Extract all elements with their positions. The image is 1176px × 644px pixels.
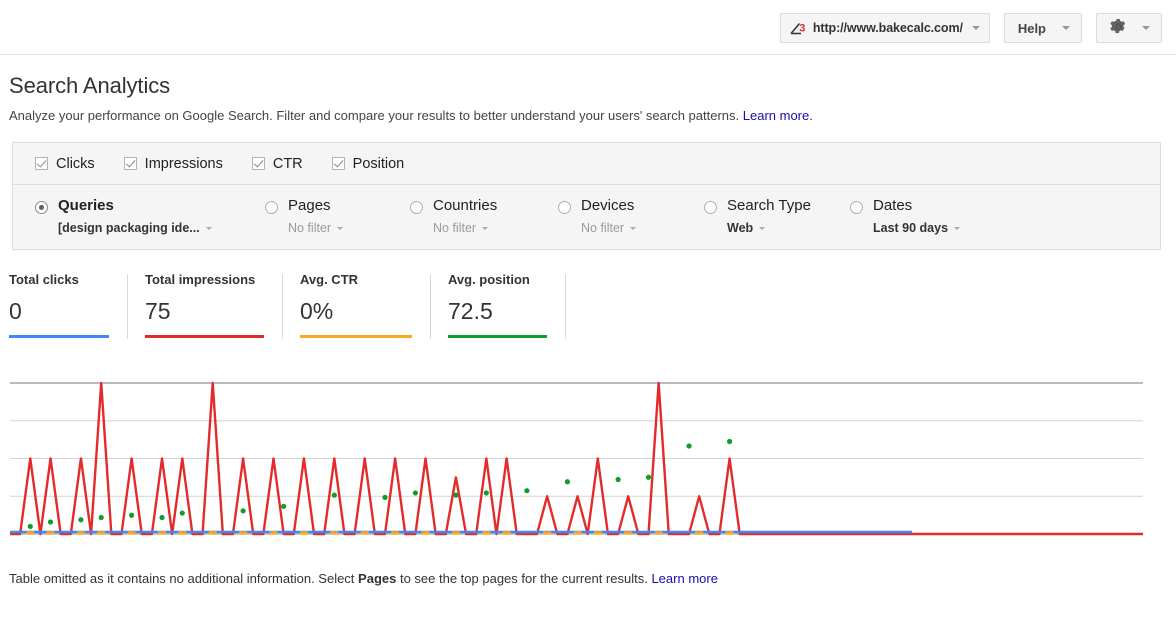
chevron-down-icon (482, 227, 488, 230)
chevron-down-icon (1142, 26, 1150, 30)
metric-total-impressions[interactable]: Total impressions 75 (127, 272, 282, 338)
search-analytics-chart[interactable] (0, 372, 1176, 537)
metric-value: 72.5 (448, 298, 547, 324)
page-header: Search Analytics Analyze your performanc… (0, 55, 1176, 123)
dimension-countries[interactable]: Countries No filter (410, 197, 558, 235)
dimension-filter-value: No filter (288, 221, 331, 235)
dimension-label: Countries (433, 197, 497, 215)
metric-value: 0 (9, 298, 109, 324)
metric-checkbox-row: Clicks Impressions CTR Position (13, 143, 1160, 185)
dimension-filter-dropdown[interactable]: [design packaging ide... (58, 221, 212, 235)
metric-value: 75 (145, 298, 264, 324)
page-title: Search Analytics (9, 73, 1176, 99)
settings-button[interactable] (1096, 13, 1162, 43)
chevron-down-icon (630, 227, 636, 230)
radio-icon-selected (35, 201, 48, 214)
chevron-down-icon (337, 227, 343, 230)
metric-value: 0% (300, 298, 412, 324)
dimension-filter-value: No filter (581, 221, 624, 235)
help-label: Help (1018, 21, 1046, 36)
learn-more-link-footer[interactable]: Learn more (651, 571, 717, 586)
divider (430, 274, 431, 339)
metric-total-clicks[interactable]: Total clicks 0 (9, 272, 127, 338)
dimension-filter-value: Last 90 days (873, 221, 948, 235)
chart-svg (0, 372, 1176, 537)
metric-color-bar (448, 335, 547, 338)
checkbox-position[interactable]: Position (332, 156, 405, 172)
metrics-summary: Total clicks 0 Total impressions 75 Avg.… (0, 272, 1176, 338)
checkbox-impressions[interactable]: Impressions (124, 156, 223, 172)
checkbox-label: CTR (273, 156, 303, 172)
footer-bold-pages: Pages (358, 571, 396, 586)
metric-label: Avg. position (448, 272, 547, 287)
site-url-label: http://www.bakecalc.com/ (813, 21, 963, 35)
dimension-label: Dates (873, 197, 960, 215)
footer-text-after: to see the top pages for the current res… (396, 571, 651, 586)
learn-more-link-header[interactable]: Learn more. (743, 108, 813, 123)
top-bar: 3 http://www.bakecalc.com/ Help (0, 0, 1176, 55)
filter-panel: Clicks Impressions CTR Position Queries … (12, 142, 1161, 250)
dimension-filter-dropdown[interactable]: No filter (433, 221, 497, 235)
metrics-end-divider (565, 272, 566, 338)
dimension-filter-dropdown[interactable]: Web (727, 221, 811, 235)
checkbox-label: Impressions (145, 156, 223, 172)
dimension-filter-value: Web (727, 221, 753, 235)
svg-text:3: 3 (799, 22, 805, 34)
divider (282, 274, 283, 339)
divider (127, 274, 128, 339)
checkmark-icon (252, 157, 265, 170)
radio-icon (704, 201, 717, 214)
metric-color-bar (300, 335, 412, 338)
checkmark-icon (124, 157, 137, 170)
help-button[interactable]: Help (1004, 13, 1082, 43)
dimension-queries[interactable]: Queries [design packaging ide... (35, 197, 265, 235)
site-selector-button[interactable]: 3 http://www.bakecalc.com/ (780, 13, 990, 43)
checkbox-clicks[interactable]: Clicks (35, 156, 95, 172)
chevron-down-icon (206, 227, 212, 230)
metric-color-bar (9, 335, 109, 338)
chevron-down-icon (1062, 26, 1070, 30)
metric-label: Avg. CTR (300, 272, 412, 287)
dimension-filter-dropdown[interactable]: No filter (288, 221, 343, 235)
chevron-down-icon (954, 227, 960, 230)
metric-avg-position[interactable]: Avg. position 72.5 (430, 272, 565, 338)
checkmark-icon (35, 157, 48, 170)
dimension-dates[interactable]: Dates Last 90 days (850, 197, 960, 235)
angle-3-logo-icon: 3 (790, 22, 807, 35)
dimension-pages[interactable]: Pages No filter (265, 197, 410, 235)
radio-icon (410, 201, 423, 214)
metric-color-bar (145, 335, 264, 338)
top-bar-actions: 3 http://www.bakecalc.com/ Help (780, 13, 1162, 43)
radio-icon (850, 201, 863, 214)
page-description-text: Analyze your performance on Google Searc… (9, 108, 739, 123)
checkmark-icon (332, 157, 345, 170)
footer-text-before: Table omitted as it contains no addition… (9, 571, 358, 586)
dimension-label: Queries (58, 197, 212, 215)
metric-label: Total clicks (9, 272, 109, 287)
checkbox-label: Clicks (56, 156, 95, 172)
dimension-filter-dropdown[interactable]: No filter (581, 221, 636, 235)
dimension-filter-dropdown[interactable]: Last 90 days (873, 221, 960, 235)
gear-icon (1110, 18, 1127, 39)
dimension-devices[interactable]: Devices No filter (558, 197, 704, 235)
chevron-down-icon (972, 26, 980, 30)
table-omitted-note: Table omitted as it contains no addition… (0, 571, 1176, 586)
dimension-filter-value: No filter (433, 221, 476, 235)
dimension-search-type[interactable]: Search Type Web (704, 197, 850, 235)
dimension-label: Pages (288, 197, 343, 215)
radio-icon (558, 201, 571, 214)
dimension-filter-value: [design packaging ide... (58, 221, 200, 235)
divider (565, 274, 566, 339)
dimension-label: Search Type (727, 197, 811, 215)
metric-label: Total impressions (145, 272, 264, 287)
radio-icon (265, 201, 278, 214)
chevron-down-icon (759, 227, 765, 230)
dimension-label: Devices (581, 197, 636, 215)
metric-avg-ctr[interactable]: Avg. CTR 0% (282, 272, 430, 338)
dimension-radio-row: Queries [design packaging ide... Pages N… (13, 185, 1160, 249)
checkbox-label: Position (353, 156, 405, 172)
page-description: Analyze your performance on Google Searc… (9, 108, 1176, 123)
checkbox-ctr[interactable]: CTR (252, 156, 303, 172)
